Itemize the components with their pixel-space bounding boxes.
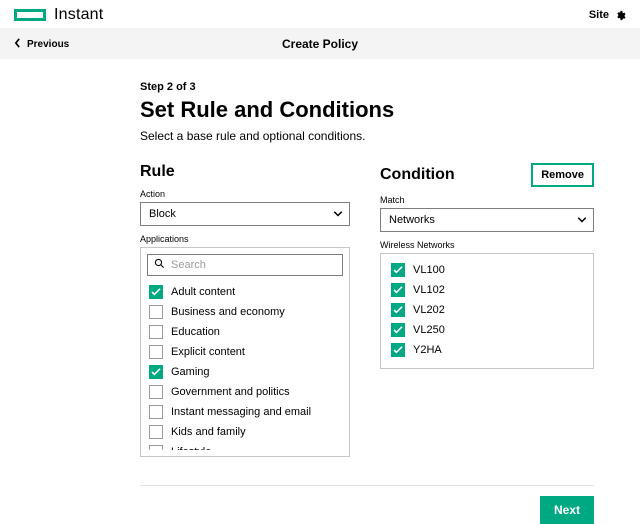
gear-icon[interactable] [615, 10, 626, 21]
networks-checklist: VL100 VL102 VL202 VL250 Y2HA [389, 260, 585, 360]
brand-bar: Instant Site [0, 0, 640, 29]
step-indicator: Step 2 of 3 [140, 81, 594, 93]
network-item[interactable]: Y2HA [389, 340, 585, 360]
rule-column: Rule Action Block Applications Adult con… [140, 163, 350, 457]
application-label: Adult content [171, 286, 235, 298]
application-label: Gaming [171, 366, 210, 378]
back-button[interactable]: Previous [14, 38, 69, 51]
remove-button[interactable]: Remove [531, 163, 594, 187]
chevron-left-icon [14, 38, 21, 51]
checkbox[interactable] [391, 303, 405, 317]
condition-title: Condition [380, 166, 455, 184]
action-select[interactable]: Block [140, 202, 350, 226]
search-input[interactable] [171, 259, 336, 271]
networks-listbox: VL100 VL102 VL202 VL250 Y2HA [380, 253, 594, 369]
application-label: Government and politics [171, 386, 290, 398]
application-label: Kids and family [171, 426, 246, 438]
checkbox[interactable] [391, 343, 405, 357]
checkbox[interactable] [149, 325, 163, 339]
checkbox[interactable] [391, 263, 405, 277]
chevron-down-icon [577, 217, 587, 223]
application-item[interactable]: Instant messaging and email [147, 402, 345, 422]
network-item[interactable]: VL100 [389, 260, 585, 280]
search-icon [154, 258, 165, 272]
back-label: Previous [27, 39, 69, 50]
condition-column: Condition Remove Match Networks Wireless… [380, 163, 594, 457]
network-label: VL102 [413, 284, 445, 296]
network-label: VL100 [413, 264, 445, 276]
application-item[interactable]: Education [147, 322, 345, 342]
applications-listbox: Adult content Business and economy Educati… [140, 247, 350, 457]
footer: Next [140, 485, 594, 524]
product-word: Instant [54, 6, 103, 24]
application-item[interactable]: Government and politics [147, 382, 345, 402]
application-label: Instant messaging and email [171, 406, 311, 418]
step-sub: Select a base rule and optional conditio… [140, 129, 594, 143]
checkbox[interactable] [391, 283, 405, 297]
step-heading: Set Rule and Conditions [140, 97, 594, 123]
checkbox[interactable] [149, 365, 163, 379]
rule-header: Rule [140, 163, 350, 181]
checkbox[interactable] [149, 425, 163, 439]
match-value: Networks [389, 214, 435, 226]
page-header: Previous Create Policy [0, 29, 640, 59]
application-item[interactable]: Kids and family [147, 422, 345, 442]
rule-title: Rule [140, 163, 175, 181]
action-value: Block [149, 208, 176, 220]
brand-right: Site [589, 9, 626, 21]
condition-header: Condition Remove [380, 163, 594, 187]
content: Step 2 of 3 Set Rule and Conditions Sele… [0, 59, 640, 467]
checkbox[interactable] [149, 345, 163, 359]
application-label: Business and economy [171, 306, 285, 318]
next-button[interactable]: Next [540, 496, 594, 524]
network-label: VL250 [413, 324, 445, 336]
columns: Rule Action Block Applications Adult con… [140, 163, 594, 457]
hpe-logo [14, 9, 46, 21]
application-item[interactable]: Lifestyle [147, 442, 345, 450]
application-item[interactable]: Gaming [147, 362, 345, 382]
network-item[interactable]: VL250 [389, 320, 585, 340]
site-label[interactable]: Site [589, 9, 609, 21]
application-label: Explicit content [171, 346, 245, 358]
network-item[interactable]: VL102 [389, 280, 585, 300]
checkbox[interactable] [149, 385, 163, 399]
product-name: Instant [54, 6, 107, 24]
checkbox[interactable] [149, 405, 163, 419]
checkbox[interactable] [391, 323, 405, 337]
brand-left: Instant [14, 6, 107, 24]
page-title: Create Policy [282, 37, 358, 51]
checkbox[interactable] [149, 445, 163, 450]
application-item[interactable]: Business and economy [147, 302, 345, 322]
checkbox[interactable] [149, 285, 163, 299]
match-select[interactable]: Networks [380, 208, 594, 232]
action-label: Action [140, 189, 350, 199]
checkbox[interactable] [149, 305, 163, 319]
applications-checklist: Adult content Business and economy Educati… [147, 282, 347, 450]
application-item[interactable]: Adult content [147, 282, 345, 302]
network-item[interactable]: VL202 [389, 300, 585, 320]
network-label: VL202 [413, 304, 445, 316]
networks-label: Wireless Networks [380, 240, 594, 250]
applications-search[interactable] [147, 254, 343, 276]
application-label: Education [171, 326, 220, 338]
application-item[interactable]: Explicit content [147, 342, 345, 362]
match-label: Match [380, 195, 594, 205]
applications-label: Applications [140, 234, 350, 244]
chevron-down-icon [333, 211, 343, 217]
network-label: Y2HA [413, 344, 442, 356]
application-label: Lifestyle [171, 446, 211, 450]
